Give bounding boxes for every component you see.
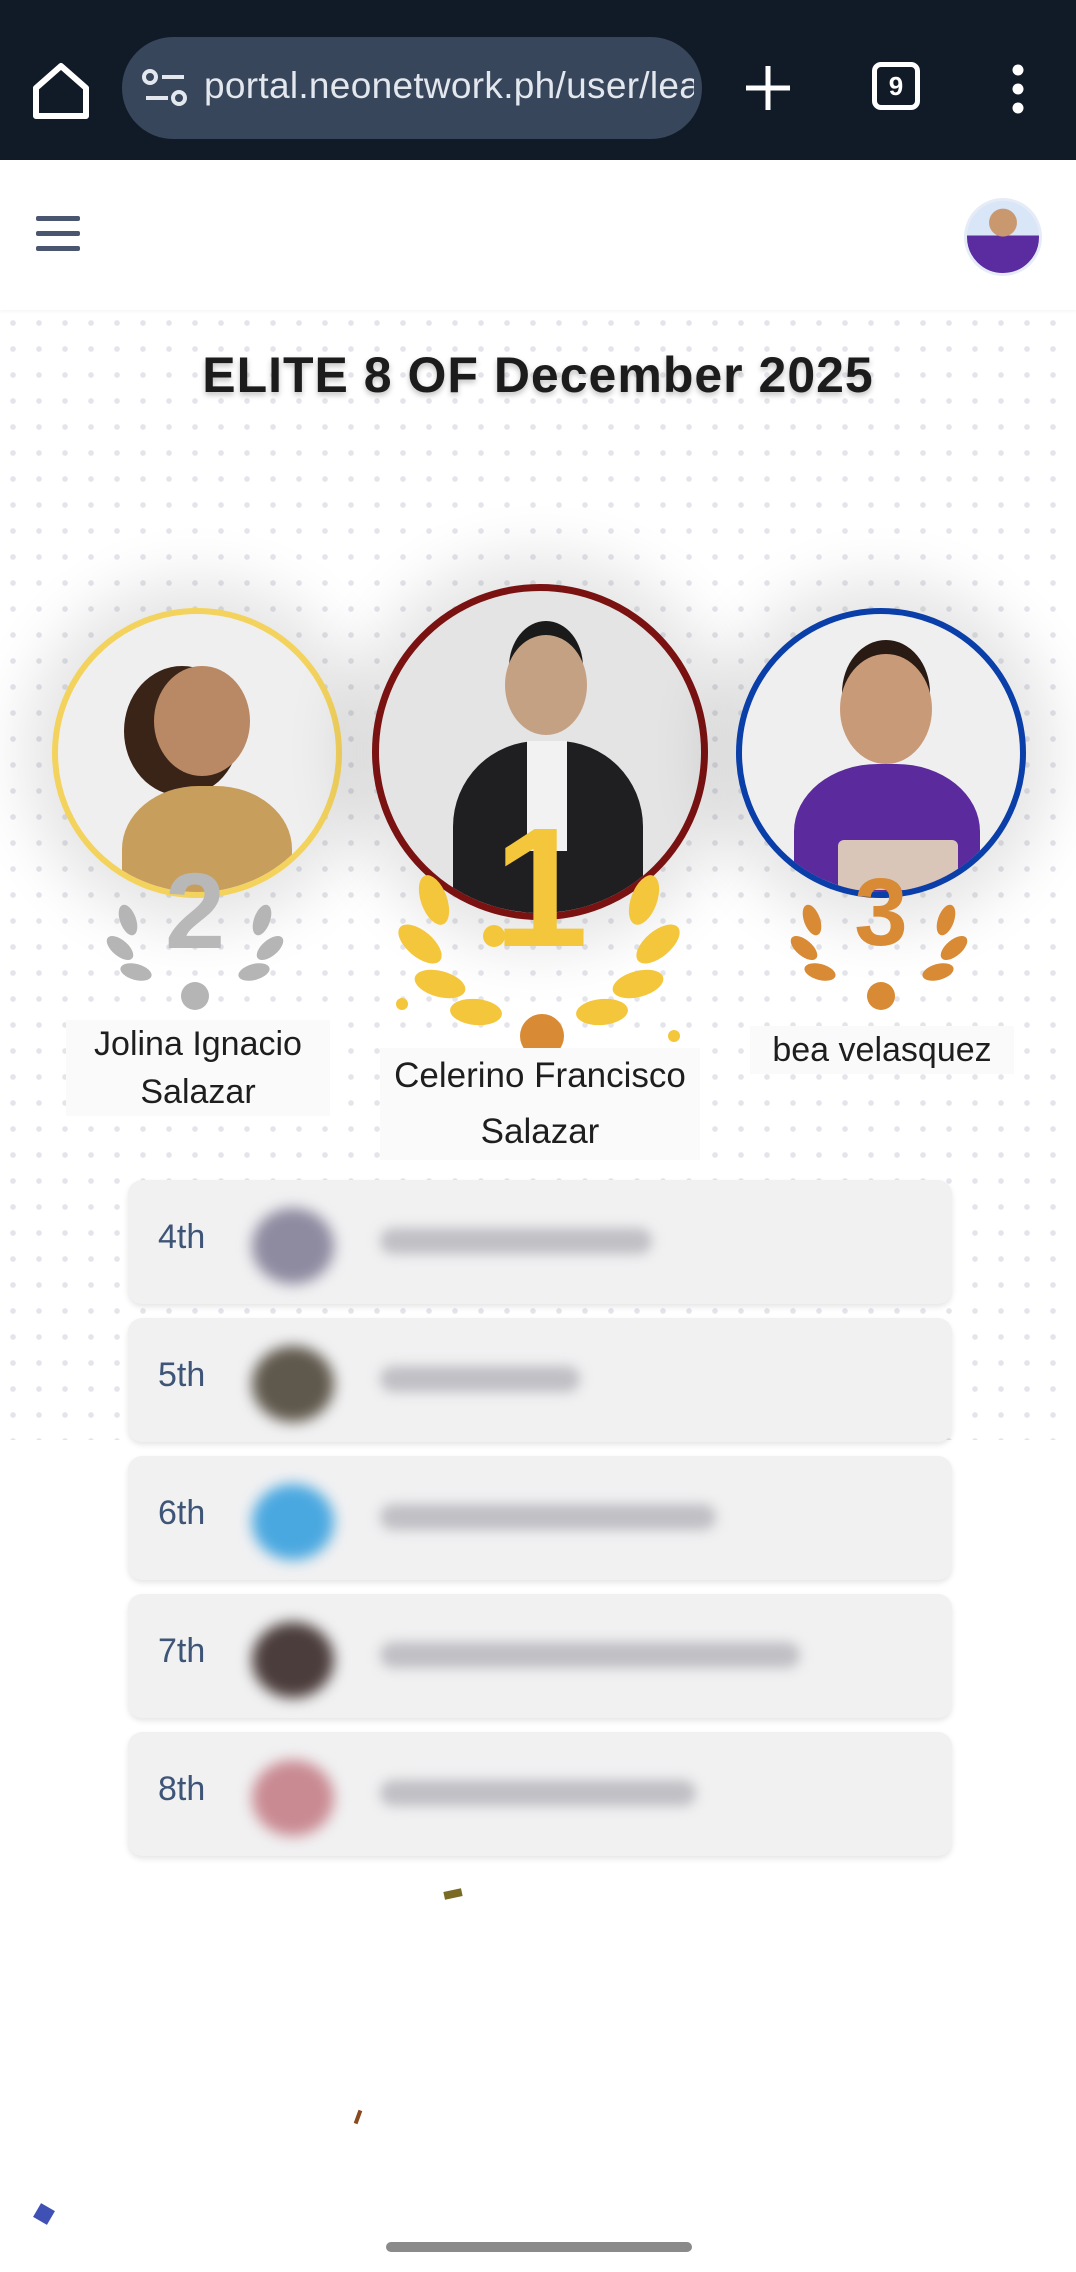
home-indicator[interactable] — [386, 2242, 692, 2252]
list-item[interactable]: 4th — [128, 1180, 952, 1304]
confetti-piece — [443, 1888, 463, 1900]
list-item[interactable]: 7th — [128, 1594, 952, 1718]
rank-label: 6th — [158, 1494, 206, 1532]
app-header — [0, 160, 1076, 310]
avatar — [252, 1484, 334, 1560]
browser-toolbar: portal.neonetwork.ph/user/leaderboard 9 — [0, 0, 1076, 160]
rank-label: 4th — [158, 1218, 206, 1256]
avatar — [252, 1760, 334, 1836]
blurred-name — [380, 1228, 652, 1254]
site-settings-icon[interactable] — [142, 67, 188, 109]
rank-label: 8th — [158, 1770, 206, 1808]
rank-label: 5th — [158, 1356, 206, 1394]
list-item[interactable]: 8th — [128, 1732, 952, 1856]
page-title: ELITE 8 OF December 2025 — [202, 347, 874, 403]
podium-name-1: Celerino Francisco Salazar — [380, 1048, 700, 1160]
blurred-name — [380, 1366, 580, 1392]
home-icon[interactable] — [28, 58, 94, 124]
tab-switcher-button[interactable]: 9 — [872, 62, 920, 110]
podium-photo-3 — [736, 608, 1026, 898]
rank-number-1: 1 — [493, 793, 589, 983]
rank-label: 7th — [158, 1632, 206, 1670]
rank-number-2: 2 — [164, 850, 226, 971]
list-item[interactable]: 6th — [128, 1456, 952, 1580]
blurred-name — [380, 1504, 716, 1530]
address-bar[interactable]: portal.neonetwork.ph/user/leaderboard — [122, 37, 702, 139]
podium-name-3: bea velasquez — [750, 1026, 1014, 1074]
hamburger-menu-icon[interactable] — [36, 216, 80, 252]
user-avatar[interactable] — [964, 198, 1042, 276]
url-text: portal.neonetwork.ph/user/leaderboard — [204, 65, 694, 106]
rank-number-3: 3 — [854, 859, 908, 966]
blurred-name — [380, 1642, 800, 1668]
avatar — [252, 1622, 334, 1698]
confetti-piece — [33, 2203, 55, 2225]
blurred-name — [380, 1780, 696, 1806]
confetti-piece — [353, 2109, 363, 2125]
avatar — [252, 1346, 334, 1422]
list-item[interactable]: 5th — [128, 1318, 952, 1442]
avatar — [252, 1208, 334, 1284]
podium-name-2: Jolina Ignacio Salazar — [66, 1020, 330, 1116]
more-options-icon[interactable] — [1008, 64, 1028, 114]
new-tab-icon[interactable] — [742, 62, 794, 114]
